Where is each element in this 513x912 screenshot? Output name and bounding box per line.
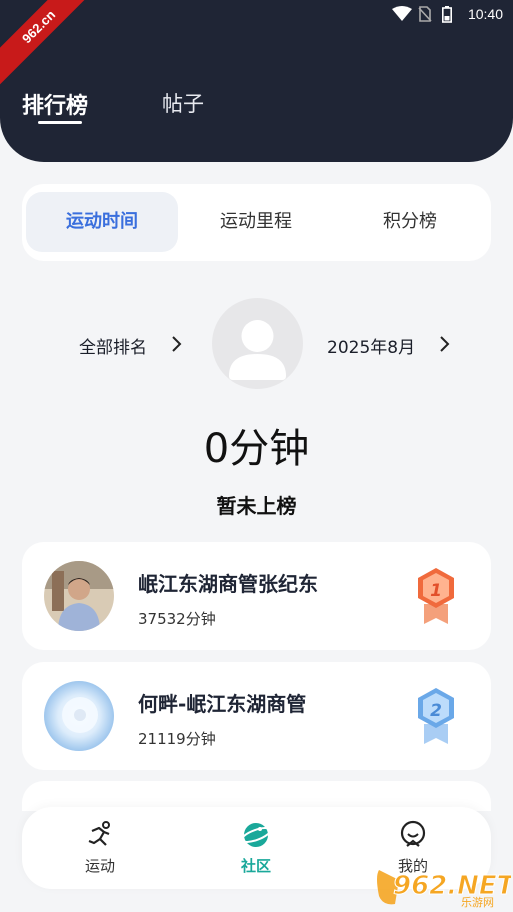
- rank-number: 2: [430, 701, 442, 721]
- chevron-right-icon[interactable]: [438, 333, 452, 355]
- rank-1-medal-icon: 1: [418, 568, 454, 624]
- user-avatar: [44, 681, 114, 751]
- chevron-right-icon[interactable]: [170, 333, 184, 355]
- rank-number: 1: [430, 581, 442, 601]
- segment-exercise-distance[interactable]: 运动里程: [180, 192, 332, 252]
- my-rank-status: 暂未上榜: [216, 494, 297, 518]
- planet-icon: [240, 823, 272, 847]
- user-avatar: [44, 561, 114, 631]
- user-name: 何畔-岷江东湖商管: [138, 692, 307, 716]
- tab-active-indicator: [38, 121, 82, 124]
- site-watermark-logo: 962.NET 乐游网: [377, 870, 511, 908]
- tab-leaderboard[interactable]: 排行榜: [22, 88, 88, 120]
- header: 10:40 962.cn 排行榜 帖子: [0, 0, 513, 162]
- segment-exercise-time[interactable]: 运动时间: [26, 192, 178, 252]
- running-icon: [88, 821, 110, 846]
- month-filter[interactable]: 2025年8月: [327, 333, 415, 358]
- segment-points[interactable]: 积分榜: [334, 192, 486, 252]
- profile-icon: [400, 820, 426, 847]
- scope-filter[interactable]: 全部排名: [79, 333, 147, 358]
- user-minutes: 37532分钟: [138, 610, 216, 628]
- watermark-sub: 乐游网: [461, 896, 494, 908]
- battery-icon: [442, 6, 452, 23]
- no-sim-icon: [418, 6, 432, 22]
- default-avatar-icon: [229, 320, 286, 380]
- nav-community[interactable]: 社区: [211, 819, 301, 876]
- tab-posts[interactable]: 帖子: [162, 88, 204, 118]
- status-time: 10:40: [467, 6, 503, 22]
- my-avatar: [212, 298, 303, 389]
- wifi-icon: [392, 6, 412, 21]
- my-total-time: 0分钟: [203, 426, 310, 472]
- leaderboard-row[interactable]: 岷江东湖商管张纪东 37532分钟 1: [22, 542, 491, 650]
- rank-2-medal-icon: 2: [418, 688, 454, 744]
- user-name: 岷江东湖商管张纪东: [138, 572, 318, 596]
- nav-exercise[interactable]: 运动: [55, 819, 145, 876]
- ranking-type-segment: 运动时间 运动里程 积分榜: [22, 184, 491, 261]
- user-minutes: 21119分钟: [138, 730, 216, 748]
- leaderboard-row[interactable]: 何畔-岷江东湖商管 21119分钟 2: [22, 662, 491, 770]
